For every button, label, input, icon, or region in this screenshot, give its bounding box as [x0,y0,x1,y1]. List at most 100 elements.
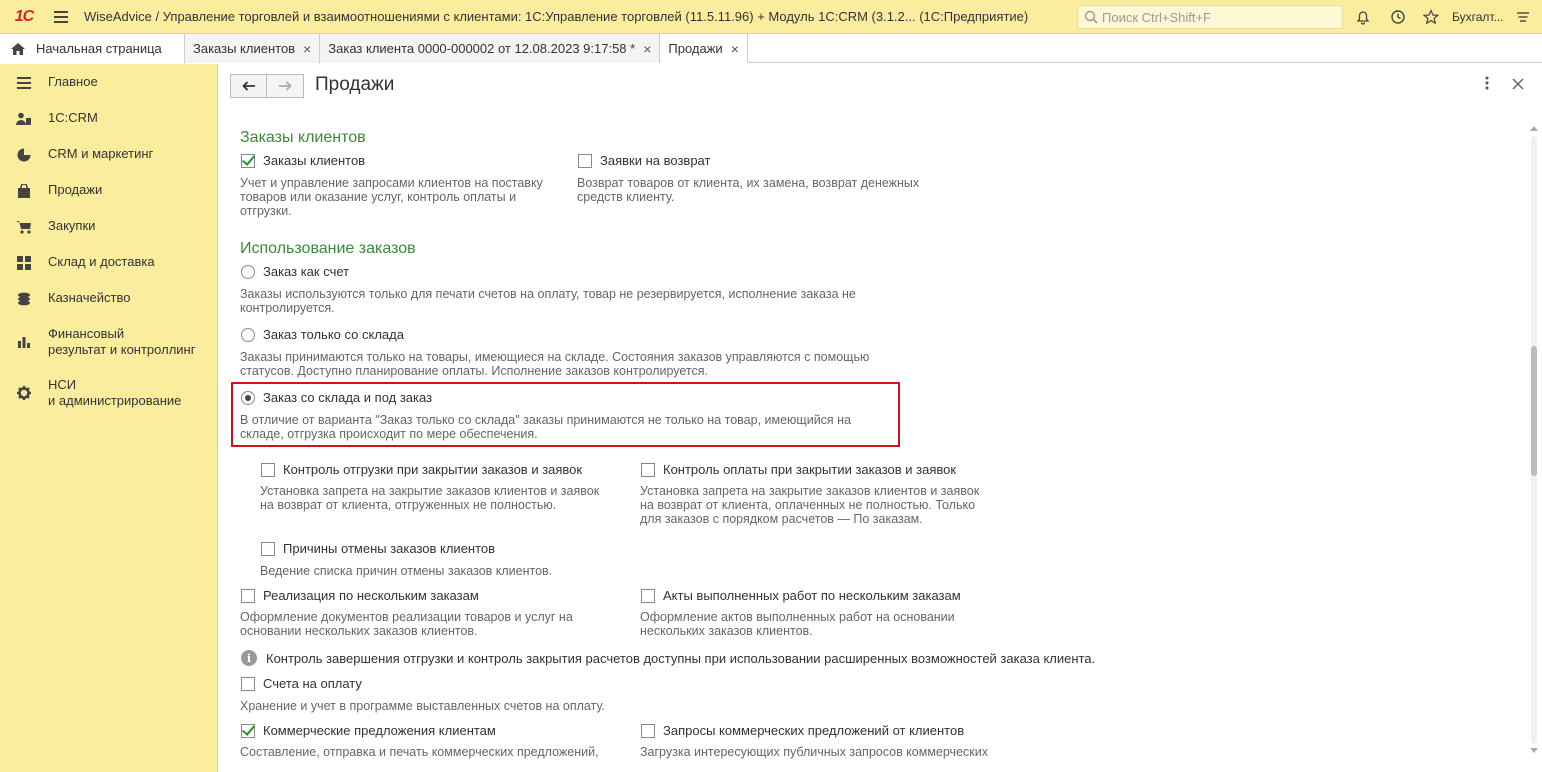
main-panel: Продажи Заказы клиентов Заказы клиентов … [219,64,1542,772]
bar-chart-icon [0,326,48,349]
checkbox-box[interactable] [578,153,592,168]
radio-order-stock-and-custom[interactable]: Заказ со склада и под заказ [241,390,432,405]
forward-button[interactable] [267,74,304,98]
arrow-left-icon [241,81,255,91]
tab-label: Заказ клиента 0000-000002 от 12.08.2023 … [328,41,636,56]
checkbox-box[interactable] [241,676,255,691]
bag-icon [0,182,48,198]
radio-button[interactable] [241,264,255,279]
more-actions-icon[interactable] [1485,76,1489,93]
option-description: Составление, отправка и печать коммерчес… [240,745,599,759]
back-button[interactable] [230,74,267,98]
user-name[interactable]: Бухгалт... [1452,10,1504,24]
close-form-icon[interactable] [1512,74,1524,95]
option-label: Реализация по нескольким заказам [263,588,479,603]
sidebar-item-label: Казначейство [48,290,131,305]
option-label: Контроль оплаты при закрытии заказов и з… [663,462,957,477]
settings-menu-icon[interactable] [1514,8,1532,26]
sidebar-item-label: CRM и маркетинг [48,146,154,161]
search-placeholder: Поиск Ctrl+Shift+F [1102,9,1211,25]
checkbox-box[interactable] [641,588,655,603]
tab-label: Заказы клиентов [193,41,296,56]
checkbox-payment-control[interactable]: Контроль оплаты при закрытии заказов и з… [641,462,956,477]
vertical-scrollbar[interactable] [1528,126,1540,756]
option-label: Заказ только со склада [263,327,404,342]
checkbox-box[interactable] [261,541,275,556]
scroll-up-arrow[interactable] [1530,126,1538,131]
sidebar-item-financial-result[interactable]: Финансовый результат и контроллинг [0,326,218,358]
scroll-thumb[interactable] [1531,346,1537,476]
coins-icon [0,290,48,306]
option-label: Заказ со склада и под заказ [263,390,433,405]
sidebar-item-label: Продажи [48,182,103,197]
sidebar-item-main[interactable]: Главное [0,74,218,90]
arrow-right-icon [279,81,292,91]
checkbox-offer-requests[interactable]: Запросы коммерческих предложений от клие… [641,723,964,738]
checkbox-invoices[interactable]: Счета на оплату [241,676,362,691]
tab-client-order-document[interactable]: Заказ клиента 0000-000002 от 12.08.2023 … [320,34,661,63]
cart-icon [0,218,48,234]
checkbox-box[interactable] [241,588,255,603]
checkbox-box[interactable] [261,462,275,477]
sidebar-item-treasury[interactable]: Казначейство [0,290,218,306]
checkbox-commercial-offers[interactable]: Коммерческие предложения клиентам [241,723,496,738]
option-label: Заказ как счет [263,264,350,279]
main-menu-icon[interactable] [48,10,74,23]
sidebar-item-nsi-admin[interactable]: НСИ и администрирование [0,377,218,409]
close-tab-icon[interactable]: × [643,41,651,57]
tab-bar: Начальная страница Заказы клиентов × Зак… [0,34,1542,63]
radio-button[interactable] [241,327,255,342]
bell-icon[interactable] [1354,8,1372,26]
title-bar: 1С WiseAdvice / Управление торговлей и в… [0,0,1542,34]
sidebar-item-sales[interactable]: Продажи [0,182,218,198]
radio-button-selected[interactable] [241,390,255,405]
favorites-star-icon[interactable] [1422,8,1440,26]
menu-icon [0,74,48,90]
sidebar-item-crm-marketing[interactable]: CRM и маркетинг [0,146,218,162]
option-description: В отличие от варианта "Заказ только со с… [240,413,852,441]
checkbox-cancel-reasons[interactable]: Причины отмены заказов клиентов [261,541,495,556]
checkbox-return-requests[interactable]: Заявки на возврат [578,153,710,168]
1c-logo: 1С [14,7,34,25]
option-description: Хранение и учет в программе выставленных… [240,699,605,713]
checkbox-box[interactable] [241,153,255,168]
option-label: Коммерческие предложения клиентам [263,723,496,738]
tab-sales[interactable]: Продажи × [660,34,748,63]
option-label: Контроль отгрузки при закрытии заказов и… [283,462,583,477]
checkbox-box[interactable] [241,723,255,738]
option-description: Учет и управление запросами клиентов на … [240,176,543,218]
checkbox-box[interactable] [641,462,655,477]
tab-home[interactable]: Начальная страница [0,34,185,63]
tab-client-orders[interactable]: Заказы клиентов × [185,34,321,63]
users-icon [0,110,48,126]
option-description: Заказы принимаются только на товары, име… [240,350,870,378]
pie-chart-icon [0,146,48,162]
option-label: Причины отмены заказов клиентов [283,541,496,556]
radio-order-from-stock[interactable]: Заказ только со склада [241,327,404,342]
scroll-down-arrow[interactable] [1530,748,1538,753]
grid-icon [0,254,48,270]
checkbox-box[interactable] [641,723,655,738]
radio-order-as-invoice[interactable]: Заказ как счет [241,264,349,279]
sidebar-item-purchases[interactable]: Закупки [0,218,218,234]
option-description: Ведение списка причин отмены заказов кли… [260,564,553,578]
close-tab-icon[interactable]: × [303,41,311,57]
close-tab-icon[interactable]: × [731,41,739,57]
checkbox-client-orders[interactable]: Заказы клиентов [241,153,365,168]
option-description: Оформление документов реализации товаров… [240,610,573,638]
sidebar-item-1c-crm[interactable]: 1С:CRM [0,110,218,126]
section-title-orders-usage: Использование заказов [240,240,416,257]
checkbox-shipment-control[interactable]: Контроль отгрузки при закрытии заказов и… [261,462,582,477]
option-label: Заказы клиентов [263,153,366,168]
checkbox-sales-multi-orders[interactable]: Реализация по нескольким заказам [241,588,479,603]
checkbox-acts-multi-orders[interactable]: Акты выполненных работ по нескольким зак… [641,588,961,603]
section-title-client-orders: Заказы клиентов [240,129,366,146]
search-field[interactable]: Поиск Ctrl+Shift+F [1077,5,1343,29]
history-icon[interactable] [1389,8,1407,26]
option-label: Запросы коммерческих предложений от клие… [663,723,965,738]
option-label: Акты выполненных работ по нескольким зак… [663,588,961,603]
sidebar-item-warehouse[interactable]: Склад и доставка [0,254,218,270]
option-description: Оформление актов выполненных работ на ос… [640,610,955,638]
sidebar-item-label: Закупки [48,218,96,233]
option-description: Установка запрета на закрытие заказов кл… [260,484,600,512]
